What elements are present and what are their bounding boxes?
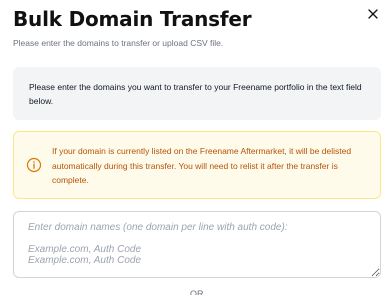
instruction-box: Please enter the domains you want to tra… xyxy=(13,67,381,120)
warning-text: If your domain is currently listed on th… xyxy=(52,146,352,185)
bulk-transfer-modal: Bulk Domain Transfer Please enter the do… xyxy=(0,0,392,295)
modal-subtitle: Please enter the domains to transfer or … xyxy=(13,38,224,48)
separator-text: OR xyxy=(190,289,204,295)
info-circle-icon xyxy=(26,157,42,173)
close-button[interactable] xyxy=(366,7,380,21)
instruction-text: Please enter the domains you want to tra… xyxy=(29,82,362,106)
modal-title: Bulk Domain Transfer xyxy=(13,7,252,31)
domain-input[interactable] xyxy=(13,211,381,278)
aftermarket-warning: If your domain is currently listed on th… xyxy=(13,131,381,199)
close-icon xyxy=(368,9,378,19)
